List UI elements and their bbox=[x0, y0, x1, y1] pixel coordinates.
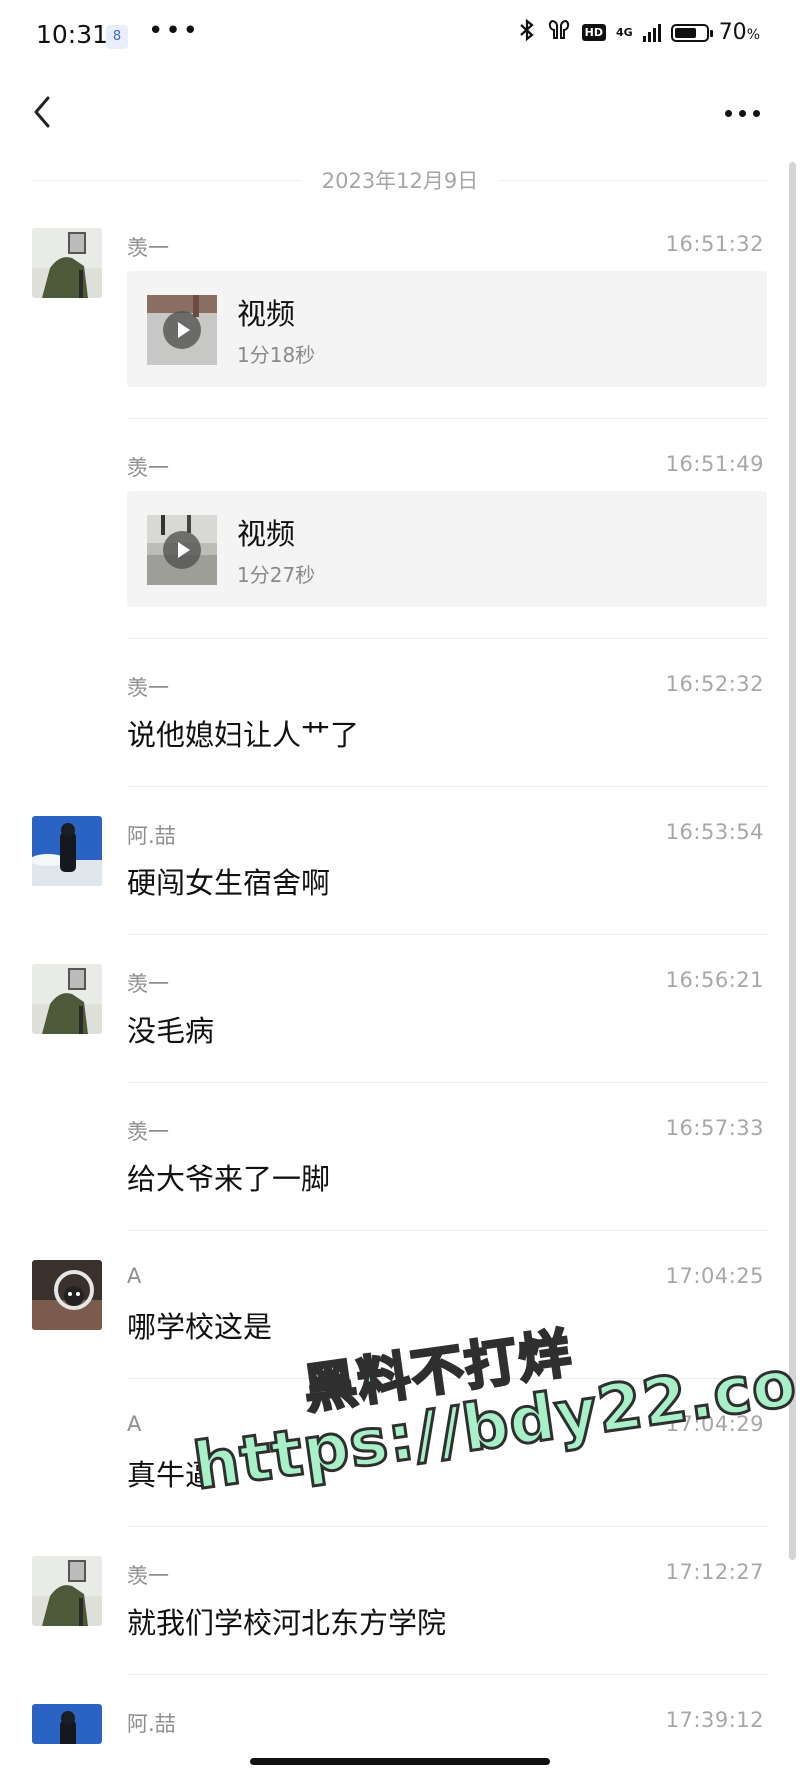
chevron-left-icon[interactable] bbox=[28, 92, 72, 136]
battery-percent: 70% bbox=[718, 20, 760, 45]
status-bar: 10:31 8 ••• HD 4G 70% bbox=[0, 0, 800, 70]
message-text: 说他媳妇让人艹了 bbox=[127, 718, 360, 752]
status-time: 10:31 bbox=[36, 20, 109, 49]
video-card[interactable]: 视频 1分18秒 bbox=[127, 271, 767, 387]
message-text: 真牛逼 bbox=[127, 1458, 215, 1492]
sender-name: 羡一 bbox=[127, 972, 169, 996]
home-indicator[interactable] bbox=[250, 1758, 550, 1765]
battery-icon bbox=[670, 23, 713, 42]
message-text: 哪学校这是 bbox=[127, 1310, 273, 1344]
avatar[interactable] bbox=[32, 1556, 102, 1626]
video-title: 视频 bbox=[237, 297, 296, 331]
message-time: 16:56:21 bbox=[665, 968, 764, 992]
sender-name: 羡一 bbox=[127, 1120, 169, 1144]
message-divider bbox=[127, 1082, 767, 1083]
avatar[interactable] bbox=[32, 228, 102, 298]
video-card[interactable]: 视频 1分27秒 bbox=[127, 491, 767, 607]
more-horizontal-icon[interactable] bbox=[725, 110, 760, 117]
date-label: 2023年12月9日 bbox=[321, 169, 479, 193]
signal-icon bbox=[642, 23, 661, 42]
message-divider bbox=[127, 1526, 767, 1527]
status-overflow-dots: ••• bbox=[148, 16, 201, 46]
hd-icon: HD bbox=[581, 24, 606, 41]
avatar[interactable] bbox=[32, 816, 102, 886]
message-time: 17:04:29 bbox=[665, 1412, 764, 1436]
play-icon[interactable] bbox=[163, 311, 201, 349]
sender-name: 阿.喆 bbox=[127, 824, 176, 848]
video-thumbnail[interactable] bbox=[147, 515, 217, 585]
message-time: 16:51:49 bbox=[665, 452, 764, 476]
sender-name: 羡一 bbox=[127, 456, 169, 480]
message-time: 16:57:33 bbox=[665, 1116, 764, 1140]
message-divider bbox=[127, 1378, 767, 1379]
avatar[interactable] bbox=[32, 1704, 102, 1744]
earbuds-icon bbox=[546, 18, 572, 47]
message-divider bbox=[127, 1674, 767, 1675]
sender-name: 羡一 bbox=[127, 236, 169, 260]
message-time: 16:52:32 bbox=[665, 672, 764, 696]
message-divider bbox=[127, 638, 767, 639]
message-divider bbox=[127, 934, 767, 935]
sender-name: A bbox=[127, 1412, 142, 1436]
message-time: 16:51:32 bbox=[665, 232, 764, 256]
video-duration: 1分18秒 bbox=[237, 343, 316, 367]
avatar[interactable] bbox=[32, 1260, 102, 1330]
message-text: 没毛病 bbox=[127, 1014, 215, 1048]
sender-name: 阿.喆 bbox=[127, 1712, 176, 1736]
network-type-label: 4G bbox=[616, 25, 633, 39]
nav-bar bbox=[0, 70, 800, 160]
message-divider bbox=[127, 1230, 767, 1231]
sender-name: A bbox=[127, 1264, 142, 1288]
video-title: 视频 bbox=[237, 517, 296, 551]
sender-name: 羡一 bbox=[127, 676, 169, 700]
date-separator: 2023年12月9日 bbox=[32, 165, 768, 195]
notification-badge-icon: 8 bbox=[106, 25, 128, 49]
play-icon[interactable] bbox=[163, 531, 201, 569]
avatar[interactable] bbox=[32, 964, 102, 1034]
bluetooth-icon bbox=[518, 18, 536, 47]
message-text: 就我们学校河北东方学院 bbox=[127, 1606, 447, 1640]
scrollbar[interactable] bbox=[789, 162, 796, 1560]
message-divider bbox=[127, 418, 767, 419]
message-text: 给大爷来了一脚 bbox=[127, 1162, 331, 1196]
sender-name: 羡一 bbox=[127, 1564, 169, 1588]
message-text: 硬闯女生宿舍啊 bbox=[127, 866, 331, 900]
video-thumbnail[interactable] bbox=[147, 295, 217, 365]
message-time: 17:12:27 bbox=[665, 1560, 764, 1584]
message-time: 16:53:54 bbox=[665, 820, 764, 844]
video-duration: 1分27秒 bbox=[237, 563, 316, 587]
status-icons: HD 4G 70% bbox=[518, 18, 760, 47]
message-time: 17:39:12 bbox=[665, 1708, 764, 1732]
message-divider bbox=[127, 786, 767, 787]
message-time: 17:04:25 bbox=[665, 1264, 764, 1288]
watermark-title: 黑料不打烊 bbox=[299, 1322, 578, 1422]
date-line-left bbox=[32, 179, 300, 181]
date-line-right bbox=[500, 179, 768, 181]
